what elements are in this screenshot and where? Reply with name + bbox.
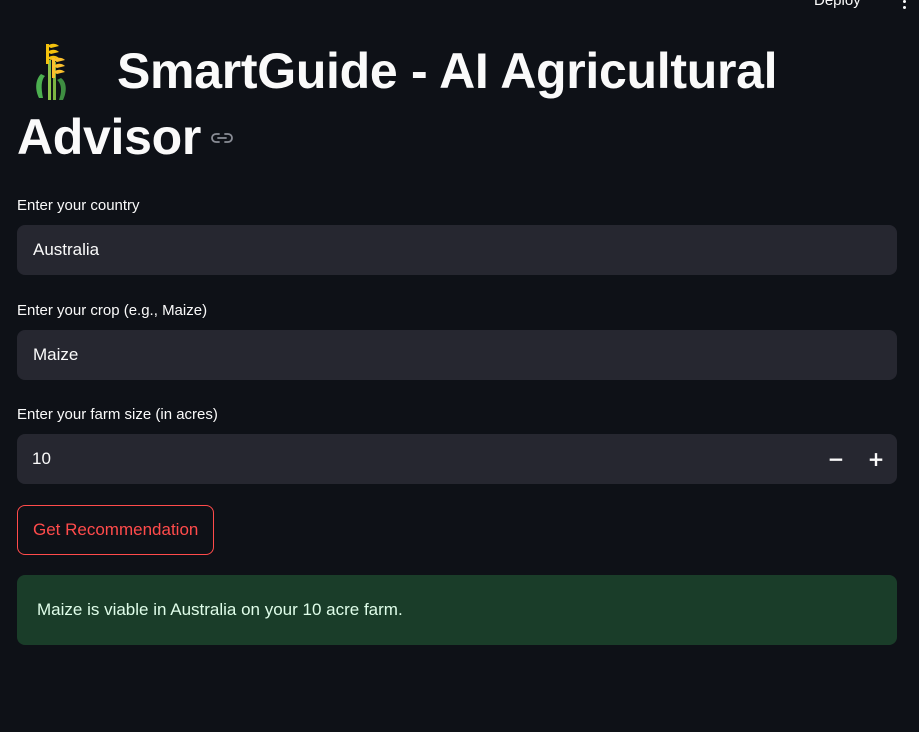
sheaf-of-rice-icon	[36, 43, 66, 100]
app-header: Deploy	[0, 0, 919, 24]
crop-label: Enter your crop (e.g., Maize)	[17, 302, 208, 319]
page-title: SmartGuide - AI Agricultural Advisor	[17, 38, 897, 170]
crop-field: Enter your crop (e.g., Maize)	[17, 301, 897, 380]
decrement-button[interactable]: −	[816, 434, 856, 484]
increment-button[interactable]: +	[856, 434, 896, 484]
farm-size-input[interactable]	[17, 434, 807, 484]
farm-size-field: Enter your farm size (in acres) − +	[17, 405, 897, 484]
country-field: Enter your country	[17, 196, 897, 275]
crop-input[interactable]	[17, 330, 897, 380]
page-title-container: SmartGuide - AI Agricultural Advisor	[17, 38, 897, 170]
success-alert: Maize is viable in Australia on your 10 …	[17, 575, 897, 645]
success-message: Maize is viable in Australia on your 10 …	[37, 600, 403, 619]
page-title-text: SmartGuide - AI Agricultural Advisor	[17, 43, 778, 165]
farm-size-number-input: − +	[17, 434, 897, 484]
vertical-ellipsis-icon[interactable]	[898, 0, 912, 10]
deploy-button[interactable]: Deploy	[808, 0, 867, 9]
farm-size-label: Enter your farm size (in acres)	[17, 406, 218, 423]
country-input[interactable]	[17, 225, 897, 275]
link-icon[interactable]	[211, 131, 233, 145]
country-label: Enter your country	[17, 197, 140, 214]
get-recommendation-button[interactable]: Get Recommendation	[17, 505, 215, 555]
